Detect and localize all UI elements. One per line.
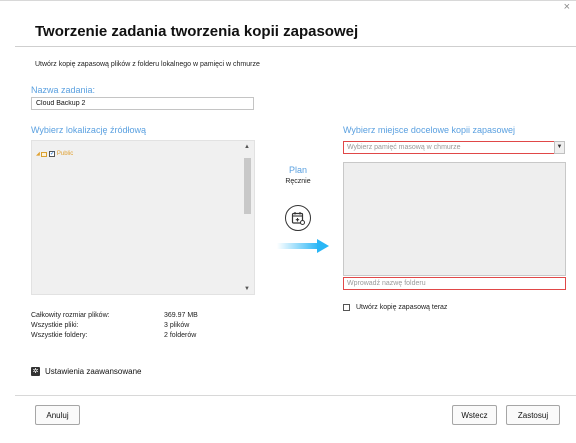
destination-tree-panel[interactable] [343, 162, 566, 276]
folder-name-input[interactable]: Wprowadź nazwę folderu [343, 277, 566, 290]
stat-row: Całkowity rozmiar plików: 369.97 MB [31, 310, 231, 320]
dialog-title: Tworzenie zadania tworzenia kopii zapaso… [35, 23, 359, 40]
backup-job-dialog: × Tworzenie zadania tworzenia kopii zapa… [0, 0, 576, 443]
destination-title: Wybierz miejsce docelowe kopii zapasowej [343, 125, 515, 135]
cloud-storage-select[interactable]: Wybierz pamięć masową w chmurze ▼ [343, 141, 565, 154]
backup-now-option[interactable]: Utwórz kopię zapasową teraz [343, 304, 447, 311]
gear-icon: ✲ [31, 367, 40, 376]
folder-name-placeholder: Wprowadź nazwę folderu [347, 280, 426, 287]
tree-item-checkbox[interactable] [48, 150, 55, 157]
stat-key: Wszystkie pliki: [31, 321, 79, 329]
task-name-label: Nazwa zadania: [31, 85, 96, 95]
source-tree-panel[interactable]: ◢ Public ▲ ▼ [31, 140, 255, 295]
apply-button[interactable]: Zastosuj [506, 405, 560, 425]
plan-label: Plan [288, 165, 307, 175]
scroll-up-icon[interactable]: ▲ [244, 144, 250, 150]
folder-icon [40, 151, 47, 157]
dialog-subtitle: Utwórz kopię zapasową plików z folderu l… [35, 61, 260, 68]
source-title: Wybierz lokalizację źródłową [31, 125, 146, 135]
chevron-down-icon[interactable]: ▼ [554, 141, 565, 154]
footer-divider [15, 395, 576, 396]
title-divider [15, 46, 576, 47]
advanced-settings-link[interactable]: ✲ Ustawienia zaawansowane [31, 367, 142, 376]
advanced-settings-label: Ustawienia zaawansowane [45, 367, 142, 376]
stat-value: 2 folderów [164, 331, 197, 339]
stat-row: Wszystkie pliki: 3 plików [31, 320, 231, 330]
tree-item-public[interactable]: ◢ Public [36, 150, 74, 157]
cancel-button[interactable]: Anuluj [35, 405, 80, 425]
plan-value: Ręcznie [285, 178, 311, 185]
close-icon[interactable]: × [564, 2, 570, 13]
scroll-thumb[interactable] [244, 158, 251, 214]
scroll-down-icon[interactable]: ▼ [244, 286, 250, 292]
stat-key: Wszystkie foldery: [31, 331, 88, 339]
tree-item-label: Public [56, 151, 74, 157]
cloud-storage-placeholder: Wybierz pamięć masową w chmurze [347, 144, 461, 151]
arrow-right-icon [277, 239, 329, 253]
back-button[interactable]: Wstecz [452, 405, 497, 425]
source-scrollbar[interactable]: ▲ ▼ [243, 144, 252, 292]
stat-row: Wszystkie foldery: 2 folderów [31, 330, 231, 340]
stat-value: 3 plików [164, 321, 190, 329]
task-name-input[interactable] [31, 97, 254, 110]
backup-now-checkbox[interactable] [343, 304, 350, 311]
stat-value: 369.97 MB [164, 311, 198, 319]
stat-key: Całkowity rozmiar plików: [31, 311, 110, 319]
expand-arrow-icon[interactable]: ◢ [36, 151, 40, 157]
calendar-add-icon[interactable] [285, 205, 311, 231]
backup-now-label: Utwórz kopię zapasową teraz [356, 304, 448, 311]
file-stats: Całkowity rozmiar plików: 369.97 MB Wszy… [31, 310, 231, 340]
